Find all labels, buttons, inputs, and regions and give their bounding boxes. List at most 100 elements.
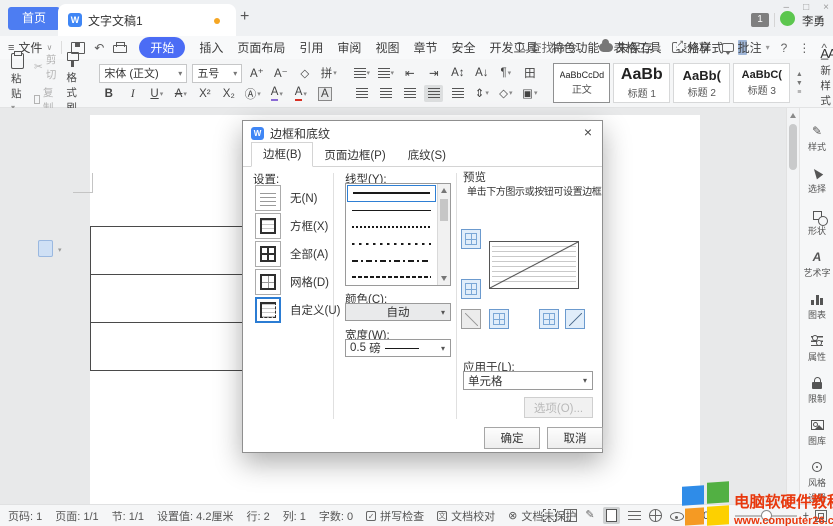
align-right-button[interactable]: [400, 85, 419, 102]
sidebar-item-gallery[interactable]: 图库: [800, 418, 833, 447]
diagonal-down-border-button[interactable]: [565, 309, 585, 329]
sidebar-item-chart[interactable]: 图表: [800, 292, 833, 321]
top-border-button[interactable]: [461, 229, 481, 249]
user-name[interactable]: 李勇: [802, 13, 825, 29]
ribbon-tab-view[interactable]: 视图: [375, 39, 399, 56]
diagonal-up-border-button[interactable]: [461, 309, 481, 329]
line-style-list[interactable]: [345, 183, 451, 286]
style-heading3[interactable]: AaBbC( 标题 3: [733, 63, 790, 103]
dialog-close-button[interactable]: ×: [584, 125, 592, 139]
justify-button[interactable]: [424, 85, 443, 102]
ribbon-tab-references[interactable]: 引用: [299, 39, 323, 56]
user-avatar[interactable]: [780, 11, 795, 26]
subscript-button[interactable]: X₂: [219, 86, 238, 103]
ribbon-tab-security[interactable]: 安全: [451, 39, 475, 56]
sidebar-item-shapes[interactable]: 形状: [800, 208, 833, 237]
width-select[interactable]: 0.5 磅 ▾: [345, 339, 451, 357]
color-select[interactable]: 自动 ▾: [345, 303, 451, 321]
apply-to-select[interactable]: 单元格 ▾: [463, 371, 593, 390]
right-border-button[interactable]: [539, 309, 559, 329]
paste-options-icon[interactable]: [38, 240, 53, 257]
font-color-button[interactable]: A▾: [291, 86, 310, 103]
line-style-solid-thin[interactable]: [347, 202, 436, 219]
sidebar-item-wordart[interactable]: A艺术字: [800, 250, 833, 279]
char-shading-button[interactable]: A: [315, 86, 334, 103]
setting-box[interactable]: 方框(X): [255, 213, 328, 239]
numbered-list-button[interactable]: ▾: [376, 65, 395, 82]
column-view-icon[interactable]: [564, 509, 577, 522]
more-menu-button[interactable]: ⋮: [798, 41, 810, 55]
line-style-solid-thick[interactable]: [347, 185, 436, 202]
align-center-button[interactable]: [376, 85, 395, 102]
line-spacing-button[interactable]: ⇕▾: [472, 85, 491, 102]
sidebar-item-styles[interactable]: ✎样式: [800, 124, 833, 153]
pinyin-guide-button[interactable]: 拼▾: [319, 65, 338, 82]
strikethrough-button[interactable]: A▾: [171, 86, 190, 103]
outline-view-icon[interactable]: [628, 511, 641, 522]
bottom-border-button[interactable]: [461, 279, 481, 299]
status-word-count[interactable]: 字数: 0: [319, 508, 353, 524]
ribbon-tab-review[interactable]: 审阅: [337, 39, 361, 56]
maximize-button[interactable]: □: [803, 2, 809, 13]
notification-badge[interactable]: 1: [751, 13, 769, 27]
line-style-dash-dot[interactable]: [347, 252, 436, 269]
setting-none[interactable]: 无(N): [255, 185, 317, 211]
bullet-list-button[interactable]: ▾: [352, 65, 371, 82]
indent-button[interactable]: ⇥: [424, 65, 443, 82]
setting-custom[interactable]: 自定义(U): [255, 297, 340, 323]
cancel-button[interactable]: 取消: [547, 427, 603, 449]
font-name-select[interactable]: 宋体 (正文)▾: [99, 64, 187, 83]
ink-view-icon[interactable]: ✎: [585, 510, 594, 521]
sort-button[interactable]: A↓: [472, 65, 491, 82]
shading-button[interactable]: ◇▾: [496, 85, 515, 102]
new-style-button[interactable]: A̲A 新样式 ▾: [814, 59, 833, 107]
web-view-icon[interactable]: [649, 509, 662, 522]
print-icon[interactable]: [113, 45, 127, 53]
line-style-scrollbar[interactable]: [437, 184, 450, 285]
ribbon-tab-insert[interactable]: 插入: [199, 39, 223, 56]
tab-page-border[interactable]: 页面边框(P): [313, 144, 396, 167]
share-button[interactable]: 分享: [672, 39, 711, 56]
page-border-button[interactable]: ▣▾: [520, 85, 539, 102]
paste-button[interactable]: 粘贴 ▾: [5, 53, 30, 113]
highlight-button[interactable]: A▾: [267, 86, 286, 103]
left-border-button[interactable]: [489, 309, 509, 329]
undo-icon[interactable]: ↶: [94, 42, 104, 54]
char-scale-button[interactable]: A↕: [448, 65, 467, 82]
command-search[interactable]: 查找命令...: [515, 39, 588, 56]
ribbon-tab-page-layout[interactable]: 页面布局: [237, 39, 285, 56]
page-view-icon[interactable]: [603, 507, 620, 524]
border-preview-box[interactable]: [489, 241, 579, 289]
setting-grid[interactable]: 网格(D): [255, 269, 329, 295]
vertical-scrollbar[interactable]: [786, 108, 799, 504]
document-tab[interactable]: W 文字文稿1: [58, 4, 236, 36]
scroll-down-icon[interactable]: [441, 276, 447, 281]
save-status[interactable]: 未保存 ▾: [599, 39, 661, 56]
ok-button[interactable]: 确定: [484, 427, 540, 449]
setting-all[interactable]: 全部(A): [255, 241, 328, 267]
underline-button[interactable]: U▾: [147, 86, 166, 103]
close-button[interactable]: ×: [823, 2, 829, 13]
home-tab[interactable]: 首页: [8, 7, 60, 30]
spellcheck-button[interactable]: ✓拼写检查: [366, 508, 424, 524]
line-style-dashed[interactable]: [347, 235, 436, 252]
show-marks-button[interactable]: ¶▾: [496, 65, 515, 82]
proofread-button[interactable]: 文文档校对: [437, 508, 495, 524]
clear-format-button[interactable]: ◇: [295, 65, 314, 82]
sidebar-item-restrict[interactable]: 限制: [800, 376, 833, 405]
gallery-down-button[interactable]: ▼: [796, 80, 803, 87]
insert-table-button[interactable]: 田: [520, 65, 539, 82]
fullscreen-view-icon[interactable]: [543, 509, 556, 522]
distribute-button[interactable]: [448, 85, 467, 102]
superscript-button[interactable]: X²: [195, 86, 214, 103]
new-tab-button[interactable]: +: [240, 8, 249, 26]
style-heading2[interactable]: AaBb( 标题 2: [673, 63, 730, 103]
line-style-dotted[interactable]: [347, 219, 436, 236]
italic-button[interactable]: I: [123, 86, 142, 103]
align-left-button[interactable]: [352, 85, 371, 102]
sidebar-item-select[interactable]: 选择: [800, 166, 833, 195]
help-button[interactable]: ?: [781, 41, 788, 55]
cut-button[interactable]: ✂剪切: [34, 52, 56, 82]
tab-shading[interactable]: 底纹(S): [397, 144, 457, 167]
outdent-button[interactable]: ⇤: [400, 65, 419, 82]
